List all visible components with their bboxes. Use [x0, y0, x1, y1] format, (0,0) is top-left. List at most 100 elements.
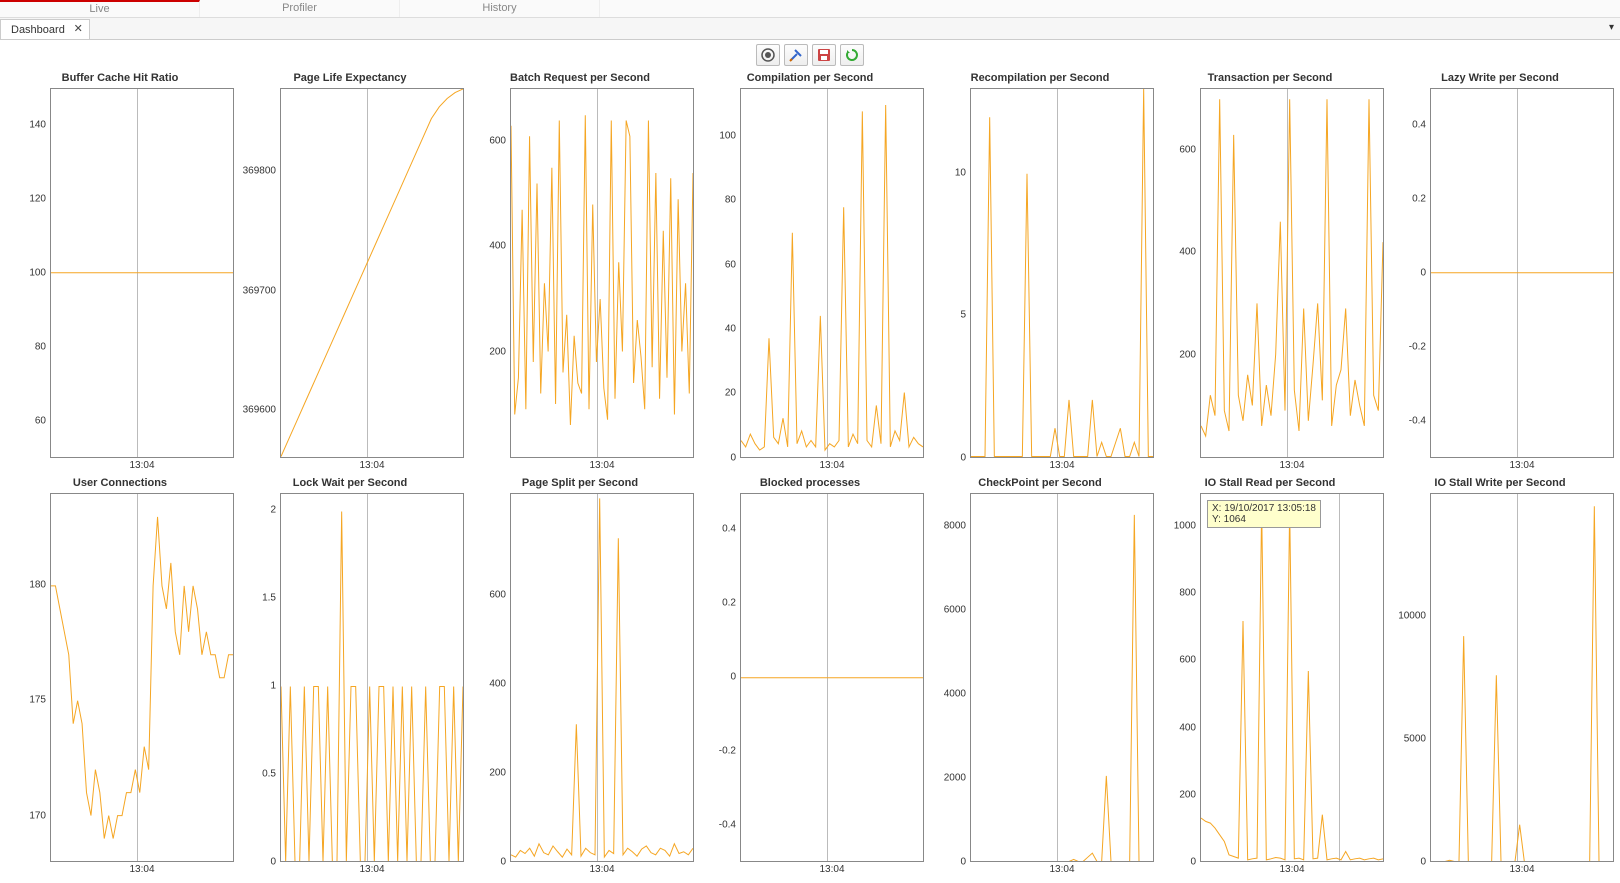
chart-panel-page_life: Page Life Expectancy36960036970036980013…: [236, 70, 464, 471]
x-axis-label: 13:04: [740, 458, 924, 471]
y-tick-label: 600: [489, 135, 506, 146]
y-tick-label: 140: [29, 119, 46, 130]
chart-panel-user_conn: User Connections17017518013:04: [6, 475, 234, 876]
chart-plot[interactable]: [50, 88, 234, 458]
y-tick-label: 0: [730, 672, 736, 683]
save-button[interactable]: [812, 44, 836, 66]
chart-panel-compilation: Compilation per Second02040608010013:04: [696, 70, 924, 471]
y-tick-label: 1000: [1174, 521, 1196, 532]
refresh-button[interactable]: [840, 44, 864, 66]
nav-tab-live[interactable]: Live: [0, 0, 200, 17]
chart-title: Compilation per Second: [696, 70, 924, 88]
y-tick-label: 180: [29, 579, 46, 590]
chart-plot[interactable]: X: 19/10/2017 13:05:18Y: 1064: [1200, 493, 1384, 863]
chart-title: Lock Wait per Second: [236, 475, 464, 493]
save-icon: [816, 47, 832, 63]
chart-plot[interactable]: [280, 88, 464, 458]
y-tick-label: 4000: [944, 689, 966, 700]
chart-title: Page Life Expectancy: [236, 70, 464, 88]
y-axis: 0500010000: [1386, 493, 1430, 863]
chart-plot[interactable]: [280, 493, 464, 863]
chart-plot[interactable]: [510, 88, 694, 458]
y-axis: -0.4-0.200.20.4: [696, 493, 740, 863]
document-tab-dashboard[interactable]: Dashboard ✕: [0, 19, 90, 39]
y-tick-label: 60: [725, 259, 736, 270]
y-tick-label: 200: [1179, 789, 1196, 800]
tooltip-y: Y: 1064: [1212, 514, 1316, 525]
chart-panel-io_stall_read: IO Stall Read per Second0200400600800100…: [1156, 475, 1384, 876]
y-tick-label: 5: [960, 310, 966, 321]
y-tick-label: 120: [29, 193, 46, 204]
nav-tab-profiler[interactable]: Profiler: [200, 0, 400, 17]
y-tick-label: 0.2: [722, 598, 736, 609]
x-axis-label: 13:04: [280, 862, 464, 875]
y-tick-label: 400: [489, 678, 506, 689]
chart-panel-lock_wait: Lock Wait per Second00.511.5213:04: [236, 475, 464, 876]
chart-title: CheckPoint per Second: [926, 475, 1154, 493]
chart-plot[interactable]: [1430, 493, 1614, 863]
nav-tab-history[interactable]: History: [400, 0, 600, 17]
y-axis: -0.4-0.200.20.4: [1386, 88, 1430, 458]
y-tick-label: 369800: [243, 166, 276, 177]
chart-title: Blocked processes: [696, 475, 924, 493]
y-tick-label: 0: [1420, 267, 1426, 278]
y-tick-label: -0.2: [1409, 341, 1426, 352]
tools-button[interactable]: [784, 44, 808, 66]
y-tick-label: 5000: [1404, 733, 1426, 744]
y-tick-label: 200: [1179, 349, 1196, 360]
chart-title: Batch Request per Second: [466, 70, 694, 88]
tooltip-x: X: 19/10/2017 13:05:18: [1212, 503, 1316, 514]
y-tick-label: 10000: [1398, 610, 1426, 621]
chart-body: 200400600: [1156, 88, 1384, 458]
y-tick-label: 0.2: [1412, 193, 1426, 204]
chart-plot[interactable]: [510, 493, 694, 863]
chart-plot[interactable]: [1200, 88, 1384, 458]
y-tick-label: 8000: [944, 521, 966, 532]
chart-plot[interactable]: [740, 493, 924, 863]
y-tick-label: 20: [725, 388, 736, 399]
record-button[interactable]: [756, 44, 780, 66]
record-icon: [760, 47, 776, 63]
x-axis-label: 13:04: [740, 862, 924, 875]
chart-title: IO Stall Read per Second: [1156, 475, 1384, 493]
y-tick-label: 0.4: [722, 524, 736, 535]
close-icon[interactable]: ✕: [74, 22, 83, 35]
y-tick-label: 2000: [944, 773, 966, 784]
chart-plot[interactable]: [970, 88, 1154, 458]
y-tick-label: 0.5: [262, 769, 276, 780]
y-tick-label: 2: [270, 505, 276, 516]
y-axis: 020406080100: [696, 88, 740, 458]
y-tick-label: 0: [1190, 857, 1196, 868]
chart-body: 200400600: [466, 88, 694, 458]
y-tick-label: 1.5: [262, 593, 276, 604]
chart-panel-recompilation: Recompilation per Second051013:04: [926, 70, 1154, 471]
chart-plot[interactable]: [740, 88, 924, 458]
y-tick-label: 60: [35, 415, 46, 426]
y-tick-label: -0.2: [719, 746, 736, 757]
y-tick-label: 0: [270, 857, 276, 868]
document-tabs: Dashboard ✕ ▾: [0, 18, 1620, 40]
x-axis-label: 13:04: [510, 458, 694, 471]
chart-plot[interactable]: [1430, 88, 1614, 458]
chart-body: 02004006008001000X: 19/10/2017 13:05:18Y…: [1156, 493, 1384, 863]
y-tick-label: 170: [29, 810, 46, 821]
x-axis-label: 13:04: [510, 862, 694, 875]
y-tick-label: 369700: [243, 285, 276, 296]
chart-body: -0.4-0.200.20.4: [1386, 88, 1614, 458]
y-axis: 200400600: [466, 88, 510, 458]
y-tick-label: 10: [955, 168, 966, 179]
chart-title: Page Split per Second: [466, 475, 694, 493]
chart-body: 0510: [926, 88, 1154, 458]
y-tick-label: 0: [730, 452, 736, 463]
refresh-icon: [844, 47, 860, 63]
y-tick-label: 40: [725, 323, 736, 334]
y-axis: 170175180: [6, 493, 50, 863]
y-tick-label: 0: [960, 857, 966, 868]
chart-plot[interactable]: [970, 493, 1154, 863]
chart-plot[interactable]: [50, 493, 234, 863]
dropdown-icon[interactable]: ▾: [1609, 22, 1614, 33]
chart-title: User Connections: [6, 475, 234, 493]
x-axis-label: 13:04: [970, 862, 1154, 875]
y-axis: 369600369700369800: [236, 88, 280, 458]
y-tick-label: 0: [960, 452, 966, 463]
